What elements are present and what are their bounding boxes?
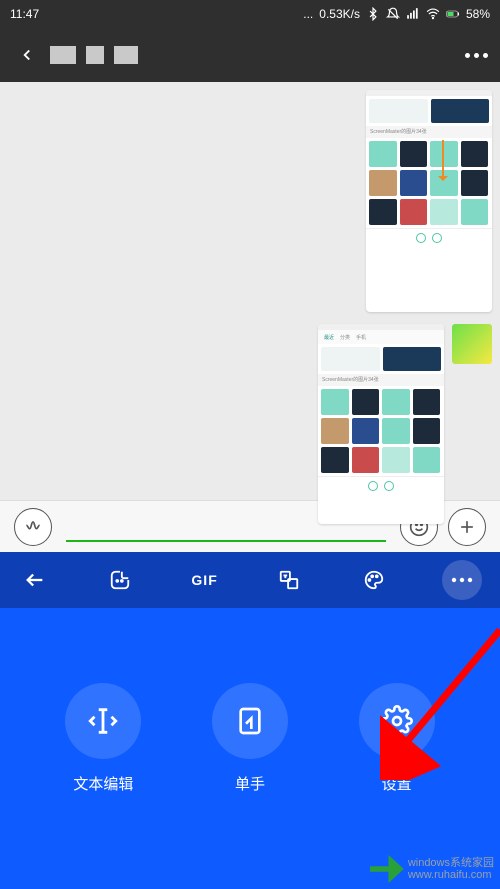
watermark-line2: www.ruhaifu.com (408, 869, 494, 881)
watermark: windows系统家园 www.ruhaifu.com (370, 855, 494, 883)
text-cursor-icon (86, 704, 120, 738)
chat-title-obscured (50, 46, 138, 64)
translate-button[interactable] (272, 563, 306, 597)
signal-icon (406, 7, 420, 21)
battery-pct: 58% (466, 7, 490, 21)
chat-area[interactable]: ScreenMaster的图片34张 最近分类手机 ScreenMaster的图… (0, 82, 500, 500)
text-input[interactable] (66, 540, 386, 542)
message-image-thumbnail[interactable]: 最近分类手机 ScreenMaster的图片34张 (318, 324, 444, 524)
kb-more-button[interactable] (442, 560, 482, 600)
dnd-icon (386, 7, 400, 21)
more-horizontal-icon (451, 577, 473, 583)
palette-icon (363, 569, 385, 591)
status-dots-icon: ... (303, 7, 313, 21)
chevron-left-icon (18, 46, 36, 64)
more-horizontal-icon (465, 53, 470, 58)
chat-more-button[interactable] (465, 53, 488, 58)
settings-button[interactable]: 设置 (359, 683, 435, 794)
keyboard-panel: 文本编辑 单手 设置 (0, 608, 500, 889)
kb-back-button[interactable] (18, 563, 52, 597)
settings-label: 设置 (382, 773, 412, 794)
one-hand-icon (234, 705, 266, 737)
sticker-button[interactable] (103, 563, 137, 597)
wifi-icon (426, 7, 440, 21)
chat-topbar (0, 28, 500, 82)
message-row: 最近分类手机 ScreenMaster的图片34张 (8, 324, 492, 524)
bluetooth-icon (366, 7, 380, 21)
text-edit-button[interactable]: 文本编辑 (65, 683, 141, 794)
keyboard-toolbar: GIF (0, 552, 500, 608)
gif-label: GIF (191, 572, 217, 588)
status-bar: 11:47 ... 0.53K/s 58% (0, 0, 500, 28)
text-edit-label: 文本编辑 (73, 773, 133, 794)
gear-icon (381, 705, 413, 737)
message-image-thumbnail[interactable]: ScreenMaster的图片34张 (366, 90, 492, 312)
watermark-line1: windows系统家园 (408, 857, 494, 869)
message-row: ScreenMaster的图片34张 (8, 90, 492, 312)
status-right: ... 0.53K/s 58% (39, 7, 490, 21)
battery-icon (446, 7, 460, 21)
arrow-left-icon (24, 569, 46, 591)
back-button[interactable] (12, 40, 42, 70)
watermark-logo-icon (370, 855, 404, 883)
gif-button[interactable]: GIF (188, 563, 222, 597)
net-speed: 0.53K/s (319, 7, 360, 21)
one-hand-button[interactable]: 单手 (212, 683, 288, 794)
one-hand-label: 单手 (235, 773, 265, 794)
sticker-icon (109, 569, 131, 591)
avatar[interactable] (452, 324, 492, 364)
palette-button[interactable] (357, 563, 391, 597)
translate-icon (278, 569, 300, 591)
status-time: 11:47 (10, 7, 39, 21)
